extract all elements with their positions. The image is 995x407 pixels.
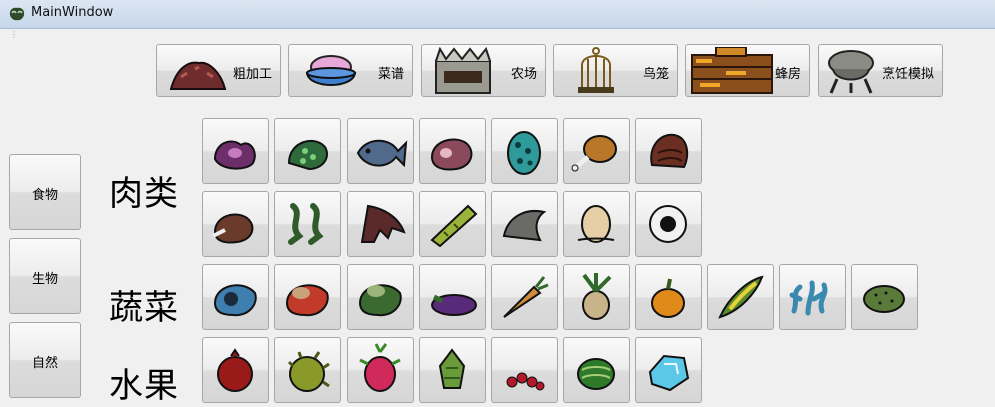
item-button[interactable] [563,264,630,330]
sidebar-button-creatures[interactable]: 生物 [9,238,81,314]
item-button[interactable] [202,337,269,403]
menu-bar: ⋮ [0,29,995,41]
item-button[interactable] [347,337,414,403]
green-cap-icon [358,284,402,317]
toolbar-button-cooking-sim[interactable]: 烹饪模拟 [818,44,943,97]
item-button[interactable] [635,264,702,330]
item-button[interactable] [707,264,774,330]
item-button[interactable] [419,337,486,403]
cactus-flower-icon [438,348,466,389]
ice-icon [648,354,690,392]
toolbar-button-raw-processing[interactable]: 粗加工 [156,44,281,97]
batilisk-wing-icon [360,204,406,243]
toolbar-button-label: 蜂房 [774,67,801,82]
toolbar-button-recipes[interactable]: 菜谱 [288,44,413,97]
meat-icon [430,138,473,171]
title-bar: MainWindow [0,0,995,29]
ice-cream-bowl-icon [305,55,357,86]
toolbar-button-label: 鸟笼 [642,67,669,82]
item-button[interactable] [563,191,630,257]
pomegranate-icon [217,348,253,392]
item-button[interactable] [635,191,702,257]
lichen-icon [789,280,828,316]
cactus-flesh-icon [863,285,905,313]
item-button[interactable] [274,191,341,257]
item-button[interactable] [419,264,486,330]
item-button[interactable] [274,337,341,403]
raw-meat-pile-icon [169,61,227,90]
toolbar-button-label: 农场 [510,67,537,82]
egg-icon [577,205,615,243]
red-cap-icon [285,284,329,317]
item-button[interactable] [202,264,269,330]
sidebar-button-label: 生物 [31,272,58,287]
item-button[interactable] [419,118,486,184]
item-button[interactable] [563,337,630,403]
item-button[interactable] [202,118,269,184]
dragon-fruit-icon [359,343,401,392]
window-title: MainWindow [31,5,114,20]
hound-tooth-icon [502,210,547,242]
category-label-vegetables: 蔬菜 [109,288,179,328]
sidebar-button-label: 食物 [31,188,58,203]
toolbar-grip[interactable]: ⋮ [10,31,18,39]
sidebar-button-label: 自然 [31,356,58,371]
item-button[interactable] [202,191,269,257]
toolbar-button-farm[interactable]: 农场 [421,44,546,97]
tallbird-egg-icon [507,131,541,175]
toolbar-button-label: 烹饪模拟 [881,67,934,82]
cooked-meat-icon [212,213,254,244]
fish-icon [356,139,408,168]
eggplant-icon [431,294,477,316]
item-button[interactable] [635,337,702,403]
carrot-icon [503,276,549,318]
item-button[interactable] [347,191,414,257]
berries-icon [506,372,545,391]
bee-box-icon [691,47,773,94]
item-button[interactable] [563,118,630,184]
drumstick-icon [571,135,617,172]
mandrake-icon [582,273,612,320]
toolbar-button-birdcage[interactable]: 鸟笼 [553,44,678,97]
watermelon-icon [577,358,615,390]
pumpkin-icon [651,278,685,318]
birdcage-icon [578,47,614,93]
frog-legs-icon [288,203,324,245]
toolbar-button-bee-box[interactable]: 蜂房 [685,44,810,97]
item-button[interactable] [491,264,558,330]
monster-meat-icon [213,140,256,170]
item-button[interactable] [347,118,414,184]
item-button[interactable] [491,191,558,257]
item-button[interactable] [347,264,414,330]
koalefant-trunk-icon [650,133,689,169]
item-button[interactable] [491,337,558,403]
toolbar-button-label: 粗加工 [232,67,272,82]
item-button[interactable] [779,264,846,330]
stone-farm-icon [435,47,491,94]
category-label-meat: 肉类 [109,174,179,214]
item-button[interactable] [491,118,558,184]
toolbar-button-label: 菜谱 [377,67,404,82]
corn-icon [718,275,764,319]
eel-icon [430,204,478,248]
durian-icon [287,351,330,392]
fish-morsel-icon [287,139,328,171]
item-button[interactable] [419,191,486,257]
item-button[interactable] [851,264,918,330]
item-button[interactable] [274,118,341,184]
item-button[interactable] [635,118,702,184]
sidebar-button-nature[interactable]: 自然 [9,322,81,398]
item-button[interactable] [274,264,341,330]
blue-cap-icon [213,284,257,317]
deerclops-eyeball-icon [649,205,687,243]
beefalo-app-icon [9,7,25,21]
sidebar-button-food[interactable]: 食物 [9,154,81,230]
